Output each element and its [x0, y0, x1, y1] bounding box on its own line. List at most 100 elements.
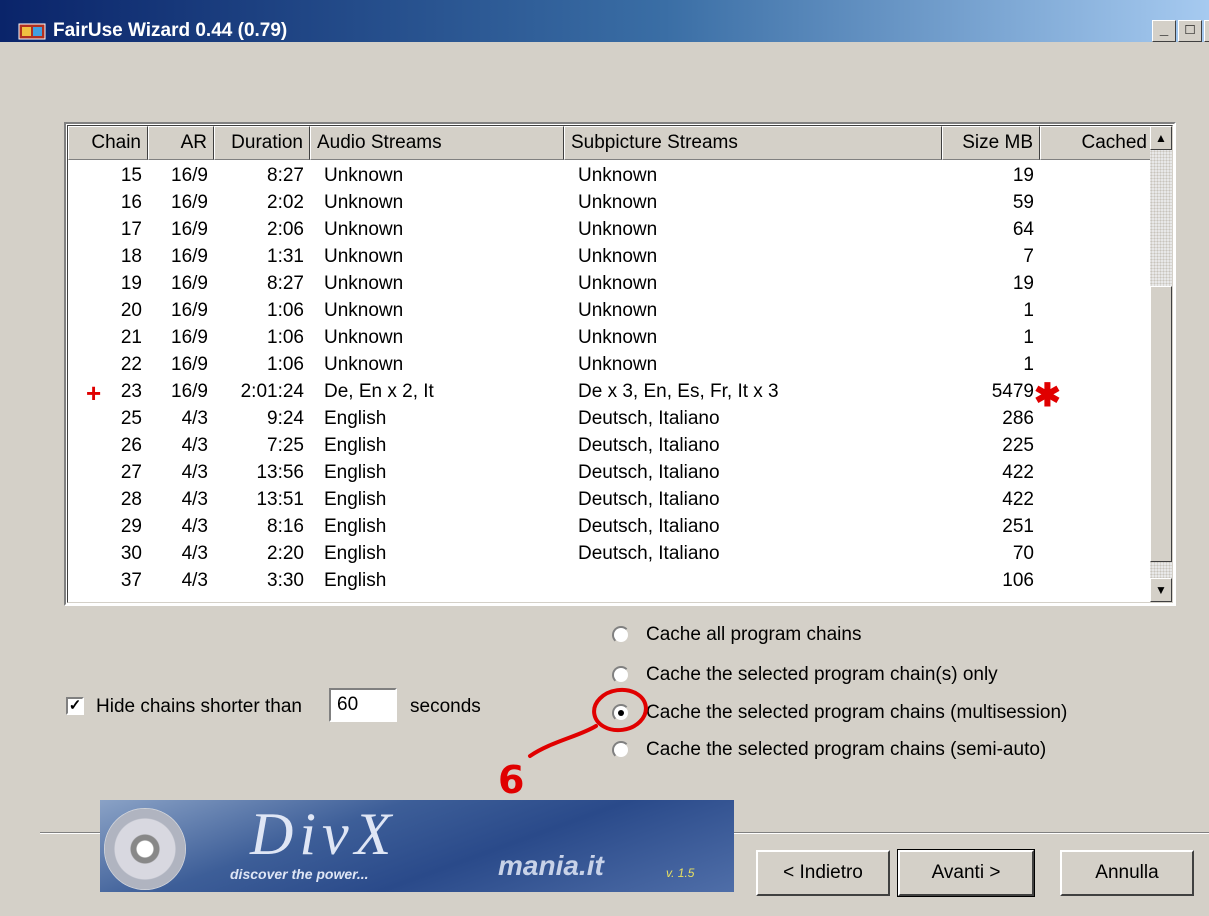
cell-cached — [1040, 540, 1148, 567]
cell-chain: 30 — [120, 543, 142, 564]
back-button[interactable]: < Indietro — [756, 850, 890, 896]
cell-ar: 16/9 — [171, 246, 208, 267]
table-row[interactable]: 16 16/9 2:02 Unknown Unknown 59 — [68, 189, 1154, 216]
table-row[interactable]: 21 16/9 1:06 Unknown Unknown 1 — [68, 324, 1154, 351]
cell-chain: 15 — [120, 165, 142, 186]
header-audio-streams[interactable]: Audio Streams — [310, 126, 564, 160]
table-row[interactable]: 30 4/3 2:20 English Deutsch, Italiano 70 — [68, 540, 1154, 567]
hide-short-checkbox[interactable]: ✓ — [66, 697, 84, 715]
radio-cache-semi-auto-label[interactable]: Cache the selected program chains (semi-… — [646, 739, 1046, 761]
cell-cached — [1040, 216, 1148, 243]
cell-size-mb: 106 — [1002, 570, 1034, 591]
cell-size-mb: 5479 — [991, 381, 1034, 402]
cell-size-mb: 59 — [1012, 192, 1034, 213]
cell-cached — [1040, 297, 1148, 324]
cell-chain: 23 — [120, 381, 142, 402]
scroll-up-icon[interactable]: ▲ — [1150, 126, 1172, 150]
scroll-thumb[interactable] — [1150, 286, 1172, 562]
cell-ar: 16/9 — [171, 219, 208, 240]
header-ar[interactable]: AR — [148, 126, 214, 160]
close-button[interactable]: × — [1204, 20, 1209, 42]
header-subpicture-streams[interactable]: Subpicture Streams — [564, 126, 942, 160]
table-row[interactable]: 26 4/3 7:25 English Deutsch, Italiano 225 — [68, 432, 1154, 459]
next-button[interactable]: Avanti > — [897, 849, 1035, 897]
annotation-step-number: 6 — [498, 758, 525, 802]
radio-cache-multisession-label[interactable]: Cache the selected program chains (multi… — [646, 702, 1067, 724]
cell-duration: 7:25 — [267, 435, 304, 456]
header-size-mb[interactable]: Size MB — [942, 126, 1040, 160]
cell-audio-streams: Unknown — [324, 273, 404, 294]
table-row[interactable]: 18 16/9 1:31 Unknown Unknown 7 — [68, 243, 1154, 270]
cell-size-mb: 7 — [1023, 246, 1034, 267]
cell-duration: 1:06 — [267, 300, 304, 321]
title-bar: FairUse Wizard 0.44 (0.79) _ □ × — [0, 0, 1209, 42]
vertical-scrollbar[interactable]: ▲ ▼ — [1150, 126, 1172, 602]
cell-audio-streams: Unknown — [324, 354, 404, 375]
cell-ar: 16/9 — [171, 354, 208, 375]
cell-ar: 4/3 — [181, 516, 208, 537]
table-row[interactable]: 27 4/3 13:56 English Deutsch, Italiano 422 — [68, 459, 1154, 486]
table-row[interactable]: 15 16/9 8:27 Unknown Unknown 19 — [68, 162, 1154, 189]
cell-duration: 8:16 — [267, 516, 304, 537]
cell-subpicture-streams: Unknown — [578, 165, 658, 186]
table-row[interactable]: 20 16/9 1:06 Unknown Unknown 1 — [68, 297, 1154, 324]
cell-duration: 2:01:24 — [240, 381, 304, 402]
table-row[interactable]: 37 4/3 3:30 English 106 — [68, 567, 1154, 594]
cell-size-mb: 70 — [1012, 543, 1034, 564]
radio-cache-all-label[interactable]: Cache all program chains — [646, 624, 861, 646]
cell-duration: 1:06 — [267, 327, 304, 348]
cell-chain: 18 — [120, 246, 142, 267]
header-cached[interactable]: Cached — [1040, 126, 1154, 160]
list-header: Chain AR Duration Audio Streams Subpictu… — [68, 126, 1154, 160]
cell-subpicture-streams: Unknown — [578, 273, 658, 294]
seconds-input[interactable] — [329, 688, 397, 722]
cell-duration: 2:06 — [267, 219, 304, 240]
table-row[interactable]: 22 16/9 1:06 Unknown Unknown 1 — [68, 351, 1154, 378]
banner-logo-text: DivX — [250, 801, 398, 867]
table-row[interactable]: 25 4/3 9:24 English Deutsch, Italiano 286 — [68, 405, 1154, 432]
table-row[interactable]: 29 4/3 8:16 English Deutsch, Italiano 251 — [68, 513, 1154, 540]
table-row[interactable]: 19 16/9 8:27 Unknown Unknown 19 — [68, 270, 1154, 297]
cell-ar: 4/3 — [181, 543, 208, 564]
annotation-plus-mark: + — [86, 378, 102, 408]
cell-audio-streams: English — [324, 435, 387, 456]
cancel-button[interactable]: Annulla — [1060, 850, 1194, 896]
maximize-button[interactable]: □ — [1178, 20, 1202, 42]
cell-subpicture-streams: Unknown — [578, 192, 658, 213]
cell-ar: 16/9 — [171, 381, 208, 402]
cell-duration: 13:56 — [256, 462, 304, 483]
table-row[interactable]: 23 16/9 2:01:24 De, En x 2, It De x 3, En, E… — [68, 378, 1154, 405]
program-chain-list[interactable]: Chain AR Duration Audio Streams Subpictu… — [64, 122, 1176, 606]
cell-audio-streams: English — [324, 462, 387, 483]
cell-subpicture-streams: Unknown — [578, 327, 658, 348]
minimize-button[interactable]: _ — [1152, 20, 1176, 42]
cell-audio-streams: Unknown — [324, 300, 404, 321]
table-row[interactable]: 28 4/3 13:51 English Deutsch, Italiano 422 — [68, 486, 1154, 513]
cell-size-mb: 19 — [1012, 273, 1034, 294]
annotation-asterisk-mark: ✱ — [1034, 377, 1061, 413]
cell-audio-streams: Unknown — [324, 165, 404, 186]
cell-size-mb: 64 — [1012, 219, 1034, 240]
cell-cached — [1040, 351, 1148, 378]
cell-subpicture-streams: Deutsch, Italiano — [578, 408, 720, 429]
window-title: FairUse Wizard 0.44 (0.79) — [53, 20, 288, 41]
radio-cache-selected-only-label[interactable]: Cache the selected program chain(s) only — [646, 664, 998, 686]
header-duration[interactable]: Duration — [214, 126, 310, 160]
header-chain[interactable]: Chain — [68, 126, 148, 160]
cell-chain: 21 — [120, 327, 142, 348]
radio-cache-selected-only[interactable] — [612, 666, 630, 684]
cell-audio-streams: English — [324, 516, 387, 537]
table-row[interactable]: 17 16/9 2:06 Unknown Unknown 64 — [68, 216, 1154, 243]
cell-duration: 1:31 — [267, 246, 304, 267]
cell-chain: 17 — [120, 219, 142, 240]
scroll-down-icon[interactable]: ▼ — [1150, 578, 1172, 602]
cell-subpicture-streams: Unknown — [578, 246, 658, 267]
cell-ar: 16/9 — [171, 273, 208, 294]
cell-subpicture-streams — [578, 567, 938, 594]
cell-ar: 4/3 — [181, 570, 208, 591]
cell-ar: 16/9 — [171, 192, 208, 213]
divx-mania-banner: DivX discover the power... mania.it v. 1… — [100, 800, 734, 892]
cell-chain: 22 — [120, 354, 142, 375]
radio-cache-all[interactable] — [612, 626, 630, 644]
cell-size-mb: 225 — [1002, 435, 1034, 456]
